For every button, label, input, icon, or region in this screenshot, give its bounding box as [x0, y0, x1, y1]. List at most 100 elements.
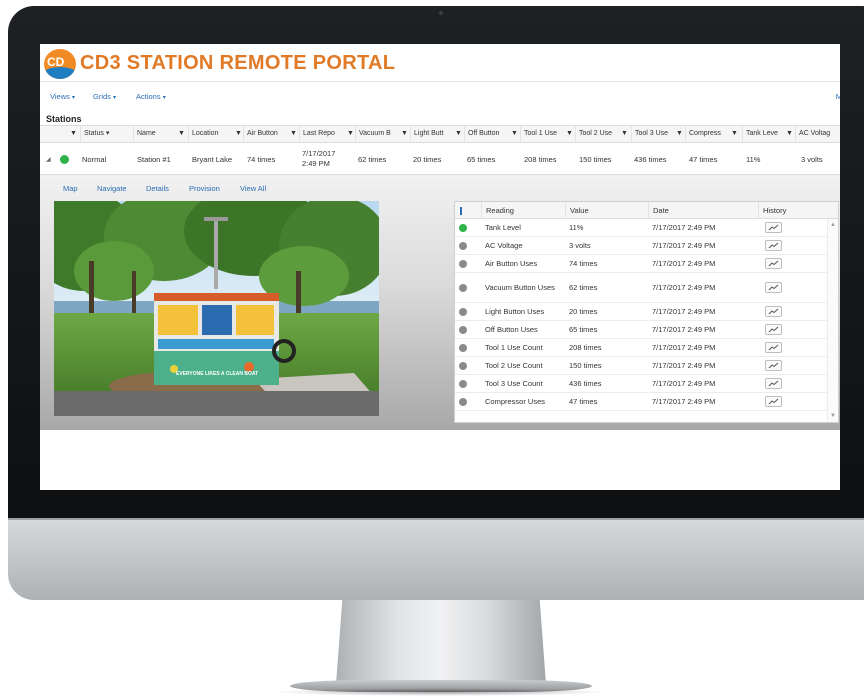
line-chart-icon[interactable] [765, 360, 782, 371]
column-name[interactable]: Name [133, 126, 173, 142]
reading-row[interactable]: Vacuum Button Uses 62 times 7/17/2017 2:49… [455, 273, 827, 303]
column-reading[interactable]: Reading [481, 202, 565, 219]
column-status[interactable]: Status ▾ [80, 126, 132, 142]
column-value[interactable]: Value [565, 202, 647, 219]
funnel-icon[interactable]: ▼ [347, 126, 354, 142]
history-button[interactable] [765, 339, 782, 356]
station-photo: EVERYONE LIKES A CLEAN BOAT [54, 201, 379, 416]
column-history[interactable]: History [758, 202, 826, 219]
reading-row[interactable]: Air Button Uses 74 times 7/17/2017 2:49 PM [455, 255, 827, 273]
column-air-button[interactable]: Air Button [243, 126, 289, 142]
line-chart-icon[interactable] [765, 282, 782, 293]
reading-row[interactable]: Light Button Uses 20 times 7/17/2017 2:49 … [455, 303, 827, 321]
reading-row[interactable]: Tank Level 11% 7/17/2017 2:49 PM [455, 219, 827, 237]
reading-date: 7/17/2017 2:49 PM [652, 378, 716, 388]
history-button[interactable] [765, 219, 782, 236]
column-tool2[interactable]: Tool 2 Use [575, 126, 620, 142]
line-chart-icon[interactable] [765, 258, 782, 269]
funnel-icon[interactable]: ▼ [401, 126, 408, 142]
column-tool1[interactable]: Tool 1 Use [520, 126, 565, 142]
reading-row[interactable]: AC Voltage 3 volts 7/17/2017 2:49 PM [455, 237, 827, 255]
tab-map[interactable]: Map [63, 184, 78, 193]
funnel-icon[interactable]: ▼ [511, 126, 518, 142]
funnel-icon[interactable]: ▼ [290, 126, 297, 142]
funnel-icon[interactable]: ▼ [621, 126, 628, 142]
reading-row[interactable]: Compressor Uses 47 times 7/17/2017 2:49 PM [455, 393, 827, 411]
menu-actions-label: Actions [136, 92, 161, 101]
history-button[interactable] [765, 357, 782, 374]
history-button[interactable] [765, 321, 782, 338]
column-compressor[interactable]: Compress [685, 126, 732, 142]
logo-text: CD [47, 55, 65, 69]
readings-scrollbar[interactable]: ▲ ▼ [827, 219, 838, 422]
history-button[interactable] [765, 375, 782, 392]
station-tank: 11% [746, 154, 761, 164]
reading-name: Tank Level [485, 222, 521, 232]
funnel-icon[interactable]: ▼ [786, 126, 793, 142]
line-chart-icon[interactable] [765, 222, 782, 233]
status-dot [459, 325, 467, 334]
funnel-icon[interactable]: ▼ [178, 126, 185, 142]
column-last-report[interactable]: Last Repo [299, 126, 345, 142]
funnel-icon[interactable]: ▼ [566, 126, 573, 142]
history-button[interactable] [765, 303, 782, 320]
tab-provision[interactable]: Provision [189, 184, 220, 193]
funnel-icon[interactable]: ▼ [455, 126, 462, 142]
reading-row[interactable]: Tool 2 Use Count 150 times 7/17/2017 2:49 … [455, 357, 827, 375]
menu-right-item[interactable]: M [836, 92, 840, 101]
status-dot [459, 379, 467, 388]
station-row[interactable]: ◢ Normal Station #1 Bryant Lake 74 times… [40, 143, 840, 175]
reading-name: Off Button Uses [485, 324, 538, 334]
column-ac-voltage[interactable]: AC Voltag [795, 126, 840, 142]
monitor-stand [336, 600, 546, 684]
reading-date: 7/17/2017 2:49 PM [652, 258, 716, 268]
funnel-icon[interactable]: ▼ [676, 126, 683, 142]
line-chart-icon[interactable] [765, 342, 782, 353]
reading-status [459, 357, 467, 374]
tab-view-all[interactable]: View All [240, 184, 266, 193]
history-button[interactable] [765, 393, 782, 410]
column-tool3[interactable]: Tool 3 Use [631, 126, 676, 142]
caret-down-icon: ▾ [162, 95, 166, 101]
tab-navigate[interactable]: Navigate [97, 184, 127, 193]
reading-row[interactable]: Tool 3 Use Count 436 times 7/17/2017 2:49 … [455, 375, 827, 393]
line-chart-icon[interactable] [765, 378, 782, 389]
reading-status [459, 393, 467, 410]
reading-name: Light Button Uses [485, 306, 545, 316]
reading-name: Compressor Uses [485, 396, 546, 406]
scroll-up-icon[interactable]: ▲ [830, 222, 836, 228]
stations-grid-header: ▼ Status ▾ Name ▼ Location ▼ Air Button … [40, 125, 840, 143]
reading-value: 74 times [569, 258, 598, 268]
funnel-icon[interactable]: ▼ [731, 126, 738, 142]
column-tank[interactable]: Tank Leve [742, 126, 786, 142]
column-location[interactable]: Location [188, 126, 234, 142]
menu-grids[interactable]: Grids ▾ [93, 92, 116, 101]
history-button[interactable] [765, 255, 782, 272]
line-chart-icon[interactable] [765, 396, 782, 407]
reading-date: 7/17/2017 2:49 PM [652, 324, 716, 334]
triangle-right-icon[interactable]: ◢ [46, 143, 51, 175]
caret-down-icon: ▾ [105, 130, 110, 137]
reading-row[interactable]: Off Button Uses 65 times 7/17/2017 2:49 PM [455, 321, 827, 339]
reading-row[interactable]: Tool 1 Use Count 208 times 7/17/2017 2:49 … [455, 339, 827, 357]
column-date[interactable]: Date [648, 202, 758, 219]
menu-actions[interactable]: Actions ▾ [136, 92, 166, 101]
reading-status [459, 219, 467, 236]
funnel-icon[interactable]: ▼ [235, 126, 242, 142]
column-vacuum[interactable]: Vacuum B [355, 126, 401, 142]
line-chart-icon[interactable] [765, 306, 782, 317]
reading-status [459, 273, 467, 302]
column-light[interactable]: Light Butt [410, 126, 454, 142]
tab-details[interactable]: Details [146, 184, 169, 193]
scroll-down-icon[interactable]: ▼ [830, 413, 836, 419]
menu-grids-label: Grids [93, 92, 111, 101]
history-button[interactable] [765, 237, 782, 254]
cd3-logo: CD [44, 49, 76, 79]
history-button[interactable] [765, 273, 782, 302]
line-chart-icon[interactable] [765, 240, 782, 251]
menu-views[interactable]: Views ▾ [50, 92, 75, 101]
column-off[interactable]: Off Button [464, 126, 511, 142]
funnel-icon[interactable]: ▼ [70, 126, 77, 142]
line-chart-icon[interactable] [765, 324, 782, 335]
station-light: 20 times [413, 154, 442, 164]
